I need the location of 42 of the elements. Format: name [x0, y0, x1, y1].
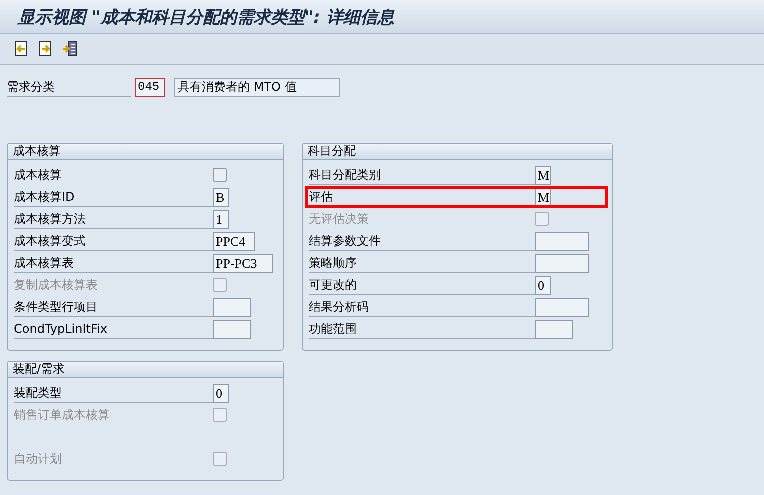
field-label: 成本核算ID	[14, 188, 213, 206]
input-field[interactable]	[535, 298, 589, 316]
description-field: 具有消费者的 MTO 值	[174, 78, 340, 97]
input-field[interactable]: 1	[213, 210, 229, 228]
field-label: 销售订单成本核算	[14, 406, 111, 424]
field-label: 成本核算方法	[14, 210, 213, 228]
window-title: 显示视图 "成本和科目分配的需求类型": 详细信息	[0, 0, 764, 34]
field-label: 成本核算	[14, 166, 63, 184]
checkbox[interactable]	[213, 168, 227, 182]
field-label: 成本核算变式	[14, 232, 213, 250]
field-label: 条件类型行项目	[14, 298, 213, 316]
field-label: 复制成本核算表	[14, 276, 99, 294]
next-page-icon[interactable]	[38, 41, 54, 57]
previous-page-icon[interactable]	[14, 41, 30, 57]
field-label: 成本核算表	[14, 254, 213, 272]
panel-title: 科目分配	[303, 144, 612, 160]
field-label: 策略顺序	[309, 254, 535, 272]
field-label: 科目分配类别	[309, 166, 535, 184]
input-field[interactable]	[535, 232, 589, 250]
field-label: 结算参数文件	[309, 232, 535, 250]
code-field[interactable]: 045	[135, 78, 165, 97]
input-field[interactable]: PP-PC3	[213, 254, 273, 272]
field-label: 无评估决策	[309, 210, 370, 228]
select-list-icon[interactable]	[62, 41, 78, 57]
input-field[interactable]: 0	[213, 384, 229, 402]
field-label: CondTypLinItFix	[14, 320, 213, 338]
input-field[interactable]	[535, 254, 589, 272]
field-label: 自动计划	[14, 450, 63, 468]
field-label: 装配类型	[14, 384, 213, 402]
input-field[interactable]	[213, 320, 251, 338]
field-label: 可更改的	[309, 276, 535, 294]
field-label: 功能范围	[309, 320, 535, 338]
input-field[interactable]: 0	[535, 276, 551, 294]
input-field[interactable]: M	[535, 166, 551, 184]
field-label: 需求分类	[7, 78, 131, 97]
panel-title: 装配/需求	[8, 362, 283, 378]
field-label: 结果分析码	[309, 298, 535, 316]
panel-title: 成本核算	[8, 144, 283, 160]
input-field[interactable]	[535, 320, 573, 338]
input-field[interactable]: PPC4	[213, 232, 255, 250]
input-field[interactable]: B	[213, 188, 229, 206]
input-field[interactable]	[213, 298, 251, 316]
